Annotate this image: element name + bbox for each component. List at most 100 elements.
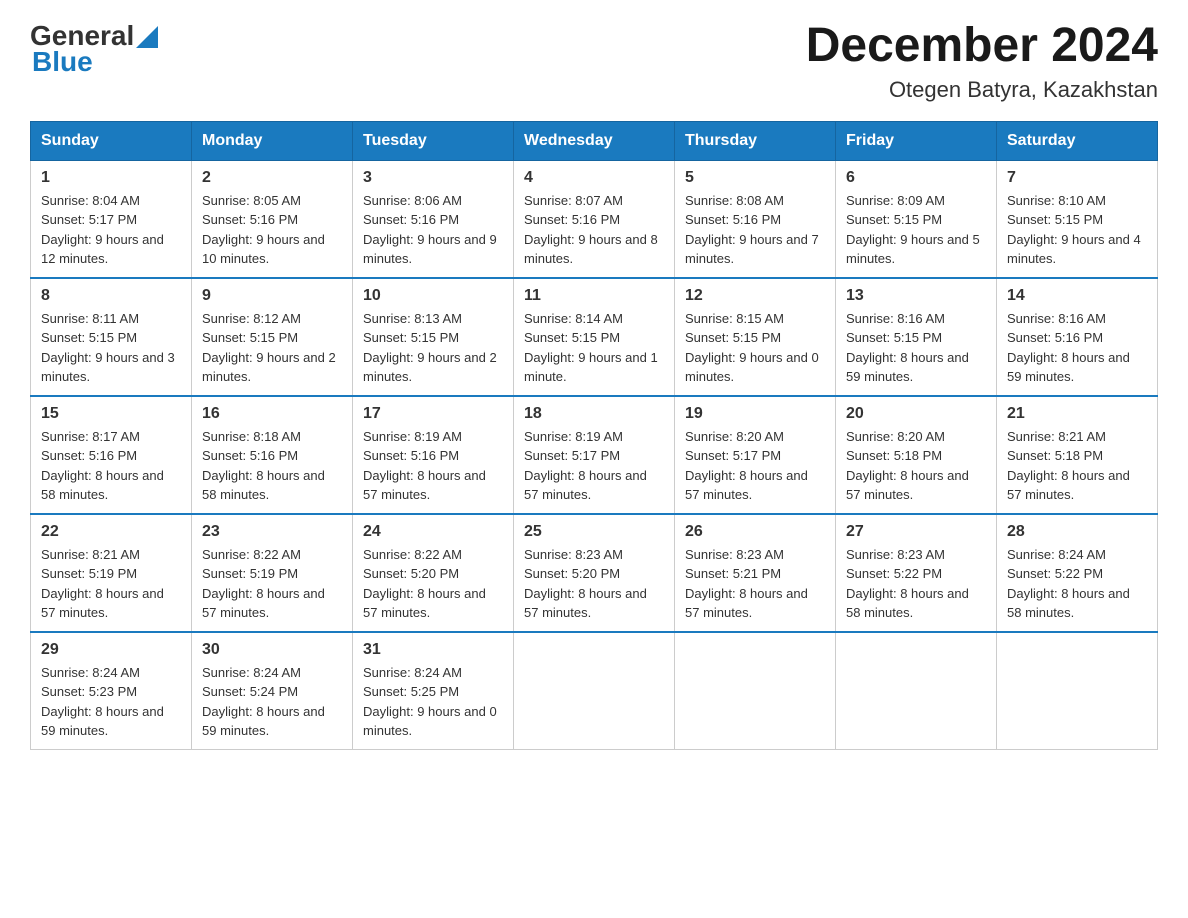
day-info: Sunrise: 8:21 AMSunset: 5:19 PMDaylight:… bbox=[41, 545, 181, 623]
week-row-5: 29 Sunrise: 8:24 AMSunset: 5:23 PMDayligh… bbox=[31, 632, 1158, 750]
calendar-cell: 25 Sunrise: 8:23 AMSunset: 5:20 PMDayligh… bbox=[514, 514, 675, 632]
day-number: 20 bbox=[846, 405, 986, 423]
day-number: 24 bbox=[363, 523, 503, 541]
calendar-cell: 4 Sunrise: 8:07 AMSunset: 5:16 PMDaylight… bbox=[514, 160, 675, 278]
day-number: 13 bbox=[846, 287, 986, 305]
calendar-cell: 8Sunrise: 8:11 AMSunset: 5:15 PMDaylight… bbox=[31, 278, 192, 396]
day-info: Sunrise: 8:24 AMSunset: 5:25 PMDaylight:… bbox=[363, 663, 503, 741]
day-info: Sunrise: 8:17 AMSunset: 5:16 PMDaylight:… bbox=[41, 427, 181, 505]
week-row-1: 1 Sunrise: 8:04 AMSunset: 5:17 PMDaylight… bbox=[31, 160, 1158, 278]
weekday-header-monday: Monday bbox=[192, 121, 353, 160]
day-info: Sunrise: 8:20 AMSunset: 5:18 PMDaylight:… bbox=[846, 427, 986, 505]
day-number: 19 bbox=[685, 405, 825, 423]
week-row-3: 15Sunrise: 8:17 AMSunset: 5:16 PMDayligh… bbox=[31, 396, 1158, 514]
day-info: Sunrise: 8:23 AMSunset: 5:20 PMDaylight:… bbox=[524, 545, 664, 623]
day-info: Sunrise: 8:24 AMSunset: 5:22 PMDaylight:… bbox=[1007, 545, 1147, 623]
calendar-cell: 28 Sunrise: 8:24 AMSunset: 5:22 PMDayligh… bbox=[997, 514, 1158, 632]
calendar-cell: 19 Sunrise: 8:20 AMSunset: 5:17 PMDayligh… bbox=[675, 396, 836, 514]
day-number: 7 bbox=[1007, 169, 1147, 187]
day-number: 23 bbox=[202, 523, 342, 541]
weekday-header-row: SundayMondayTuesdayWednesdayThursdayFrid… bbox=[31, 121, 1158, 160]
day-info: Sunrise: 8:23 AMSunset: 5:22 PMDaylight:… bbox=[846, 545, 986, 623]
calendar-cell: 6 Sunrise: 8:09 AMSunset: 5:15 PMDaylight… bbox=[836, 160, 997, 278]
weekday-header-wednesday: Wednesday bbox=[514, 121, 675, 160]
day-info: Sunrise: 8:19 AMSunset: 5:16 PMDaylight:… bbox=[363, 427, 503, 505]
weekday-header-tuesday: Tuesday bbox=[353, 121, 514, 160]
calendar-cell bbox=[514, 632, 675, 750]
day-number: 17 bbox=[363, 405, 503, 423]
week-row-4: 22 Sunrise: 8:21 AMSunset: 5:19 PMDayligh… bbox=[31, 514, 1158, 632]
day-info: Sunrise: 8:18 AMSunset: 5:16 PMDaylight:… bbox=[202, 427, 342, 505]
day-number: 10 bbox=[363, 287, 503, 305]
week-row-2: 8Sunrise: 8:11 AMSunset: 5:15 PMDaylight… bbox=[31, 278, 1158, 396]
calendar-cell: 5 Sunrise: 8:08 AMSunset: 5:16 PMDaylight… bbox=[675, 160, 836, 278]
calendar-cell: 16Sunrise: 8:18 AMSunset: 5:16 PMDayligh… bbox=[192, 396, 353, 514]
calendar-cell: 22 Sunrise: 8:21 AMSunset: 5:19 PMDayligh… bbox=[31, 514, 192, 632]
day-info: Sunrise: 8:05 AMSunset: 5:16 PMDaylight:… bbox=[202, 191, 342, 269]
day-info: Sunrise: 8:09 AMSunset: 5:15 PMDaylight:… bbox=[846, 191, 986, 269]
day-info: Sunrise: 8:24 AMSunset: 5:23 PMDaylight:… bbox=[41, 663, 181, 741]
day-number: 22 bbox=[41, 523, 181, 541]
calendar-cell: 23 Sunrise: 8:22 AMSunset: 5:19 PMDayligh… bbox=[192, 514, 353, 632]
day-info: Sunrise: 8:04 AMSunset: 5:17 PMDaylight:… bbox=[41, 191, 181, 269]
day-number: 4 bbox=[524, 169, 664, 187]
day-info: Sunrise: 8:21 AMSunset: 5:18 PMDaylight:… bbox=[1007, 427, 1147, 505]
day-info: Sunrise: 8:16 AMSunset: 5:15 PMDaylight:… bbox=[846, 309, 986, 387]
day-info: Sunrise: 8:12 AMSunset: 5:15 PMDaylight:… bbox=[202, 309, 342, 387]
day-number: 21 bbox=[1007, 405, 1147, 423]
day-number: 1 bbox=[41, 169, 181, 187]
calendar-cell: 3Sunrise: 8:06 AMSunset: 5:16 PMDaylight… bbox=[353, 160, 514, 278]
day-number: 2 bbox=[202, 169, 342, 187]
day-number: 11 bbox=[524, 287, 664, 305]
day-number: 18 bbox=[524, 405, 664, 423]
day-info: Sunrise: 8:16 AMSunset: 5:16 PMDaylight:… bbox=[1007, 309, 1147, 387]
calendar-cell: 21 Sunrise: 8:21 AMSunset: 5:18 PMDayligh… bbox=[997, 396, 1158, 514]
calendar-cell: 17 Sunrise: 8:19 AMSunset: 5:16 PMDayligh… bbox=[353, 396, 514, 514]
day-info: Sunrise: 8:24 AMSunset: 5:24 PMDaylight:… bbox=[202, 663, 342, 741]
calendar-cell: 27 Sunrise: 8:23 AMSunset: 5:22 PMDayligh… bbox=[836, 514, 997, 632]
calendar-cell: 9 Sunrise: 8:12 AMSunset: 5:15 PMDaylight… bbox=[192, 278, 353, 396]
calendar-cell: 14Sunrise: 8:16 AMSunset: 5:16 PMDayligh… bbox=[997, 278, 1158, 396]
day-info: Sunrise: 8:10 AMSunset: 5:15 PMDaylight:… bbox=[1007, 191, 1147, 269]
calendar-cell: 29 Sunrise: 8:24 AMSunset: 5:23 PMDayligh… bbox=[31, 632, 192, 750]
calendar-cell: 1 Sunrise: 8:04 AMSunset: 5:17 PMDaylight… bbox=[31, 160, 192, 278]
day-number: 25 bbox=[524, 523, 664, 541]
page-header: General Blue December 2024 Otegen Batyra… bbox=[30, 20, 1158, 103]
day-info: Sunrise: 8:22 AMSunset: 5:19 PMDaylight:… bbox=[202, 545, 342, 623]
calendar-cell: 30 Sunrise: 8:24 AMSunset: 5:24 PMDayligh… bbox=[192, 632, 353, 750]
day-number: 6 bbox=[846, 169, 986, 187]
calendar-cell: 18 Sunrise: 8:19 AMSunset: 5:17 PMDayligh… bbox=[514, 396, 675, 514]
weekday-header-friday: Friday bbox=[836, 121, 997, 160]
location-title: Otegen Batyra, Kazakhstan bbox=[806, 77, 1158, 103]
weekday-header-saturday: Saturday bbox=[997, 121, 1158, 160]
day-number: 8 bbox=[41, 287, 181, 305]
day-number: 27 bbox=[846, 523, 986, 541]
month-title: December 2024 bbox=[806, 20, 1158, 73]
day-number: 12 bbox=[685, 287, 825, 305]
calendar-cell: 15Sunrise: 8:17 AMSunset: 5:16 PMDayligh… bbox=[31, 396, 192, 514]
day-number: 29 bbox=[41, 641, 181, 659]
calendar-cell: 11 Sunrise: 8:14 AMSunset: 5:15 PMDayligh… bbox=[514, 278, 675, 396]
weekday-header-thursday: Thursday bbox=[675, 121, 836, 160]
day-info: Sunrise: 8:19 AMSunset: 5:17 PMDaylight:… bbox=[524, 427, 664, 505]
calendar-cell: 26Sunrise: 8:23 AMSunset: 5:21 PMDayligh… bbox=[675, 514, 836, 632]
day-number: 5 bbox=[685, 169, 825, 187]
calendar-cell: 2 Sunrise: 8:05 AMSunset: 5:16 PMDaylight… bbox=[192, 160, 353, 278]
calendar-cell: 20 Sunrise: 8:20 AMSunset: 5:18 PMDayligh… bbox=[836, 396, 997, 514]
day-info: Sunrise: 8:22 AMSunset: 5:20 PMDaylight:… bbox=[363, 545, 503, 623]
calendar-cell bbox=[675, 632, 836, 750]
day-info: Sunrise: 8:20 AMSunset: 5:17 PMDaylight:… bbox=[685, 427, 825, 505]
day-number: 28 bbox=[1007, 523, 1147, 541]
calendar-table: SundayMondayTuesdayWednesdayThursdayFrid… bbox=[30, 121, 1158, 750]
calendar-cell bbox=[836, 632, 997, 750]
day-number: 30 bbox=[202, 641, 342, 659]
weekday-header-sunday: Sunday bbox=[31, 121, 192, 160]
day-info: Sunrise: 8:14 AMSunset: 5:15 PMDaylight:… bbox=[524, 309, 664, 387]
day-info: Sunrise: 8:13 AMSunset: 5:15 PMDaylight:… bbox=[363, 309, 503, 387]
calendar-cell bbox=[997, 632, 1158, 750]
day-number: 9 bbox=[202, 287, 342, 305]
day-info: Sunrise: 8:07 AMSunset: 5:16 PMDaylight:… bbox=[524, 191, 664, 269]
day-number: 26 bbox=[685, 523, 825, 541]
day-info: Sunrise: 8:08 AMSunset: 5:16 PMDaylight:… bbox=[685, 191, 825, 269]
calendar-cell: 7 Sunrise: 8:10 AMSunset: 5:15 PMDaylight… bbox=[997, 160, 1158, 278]
